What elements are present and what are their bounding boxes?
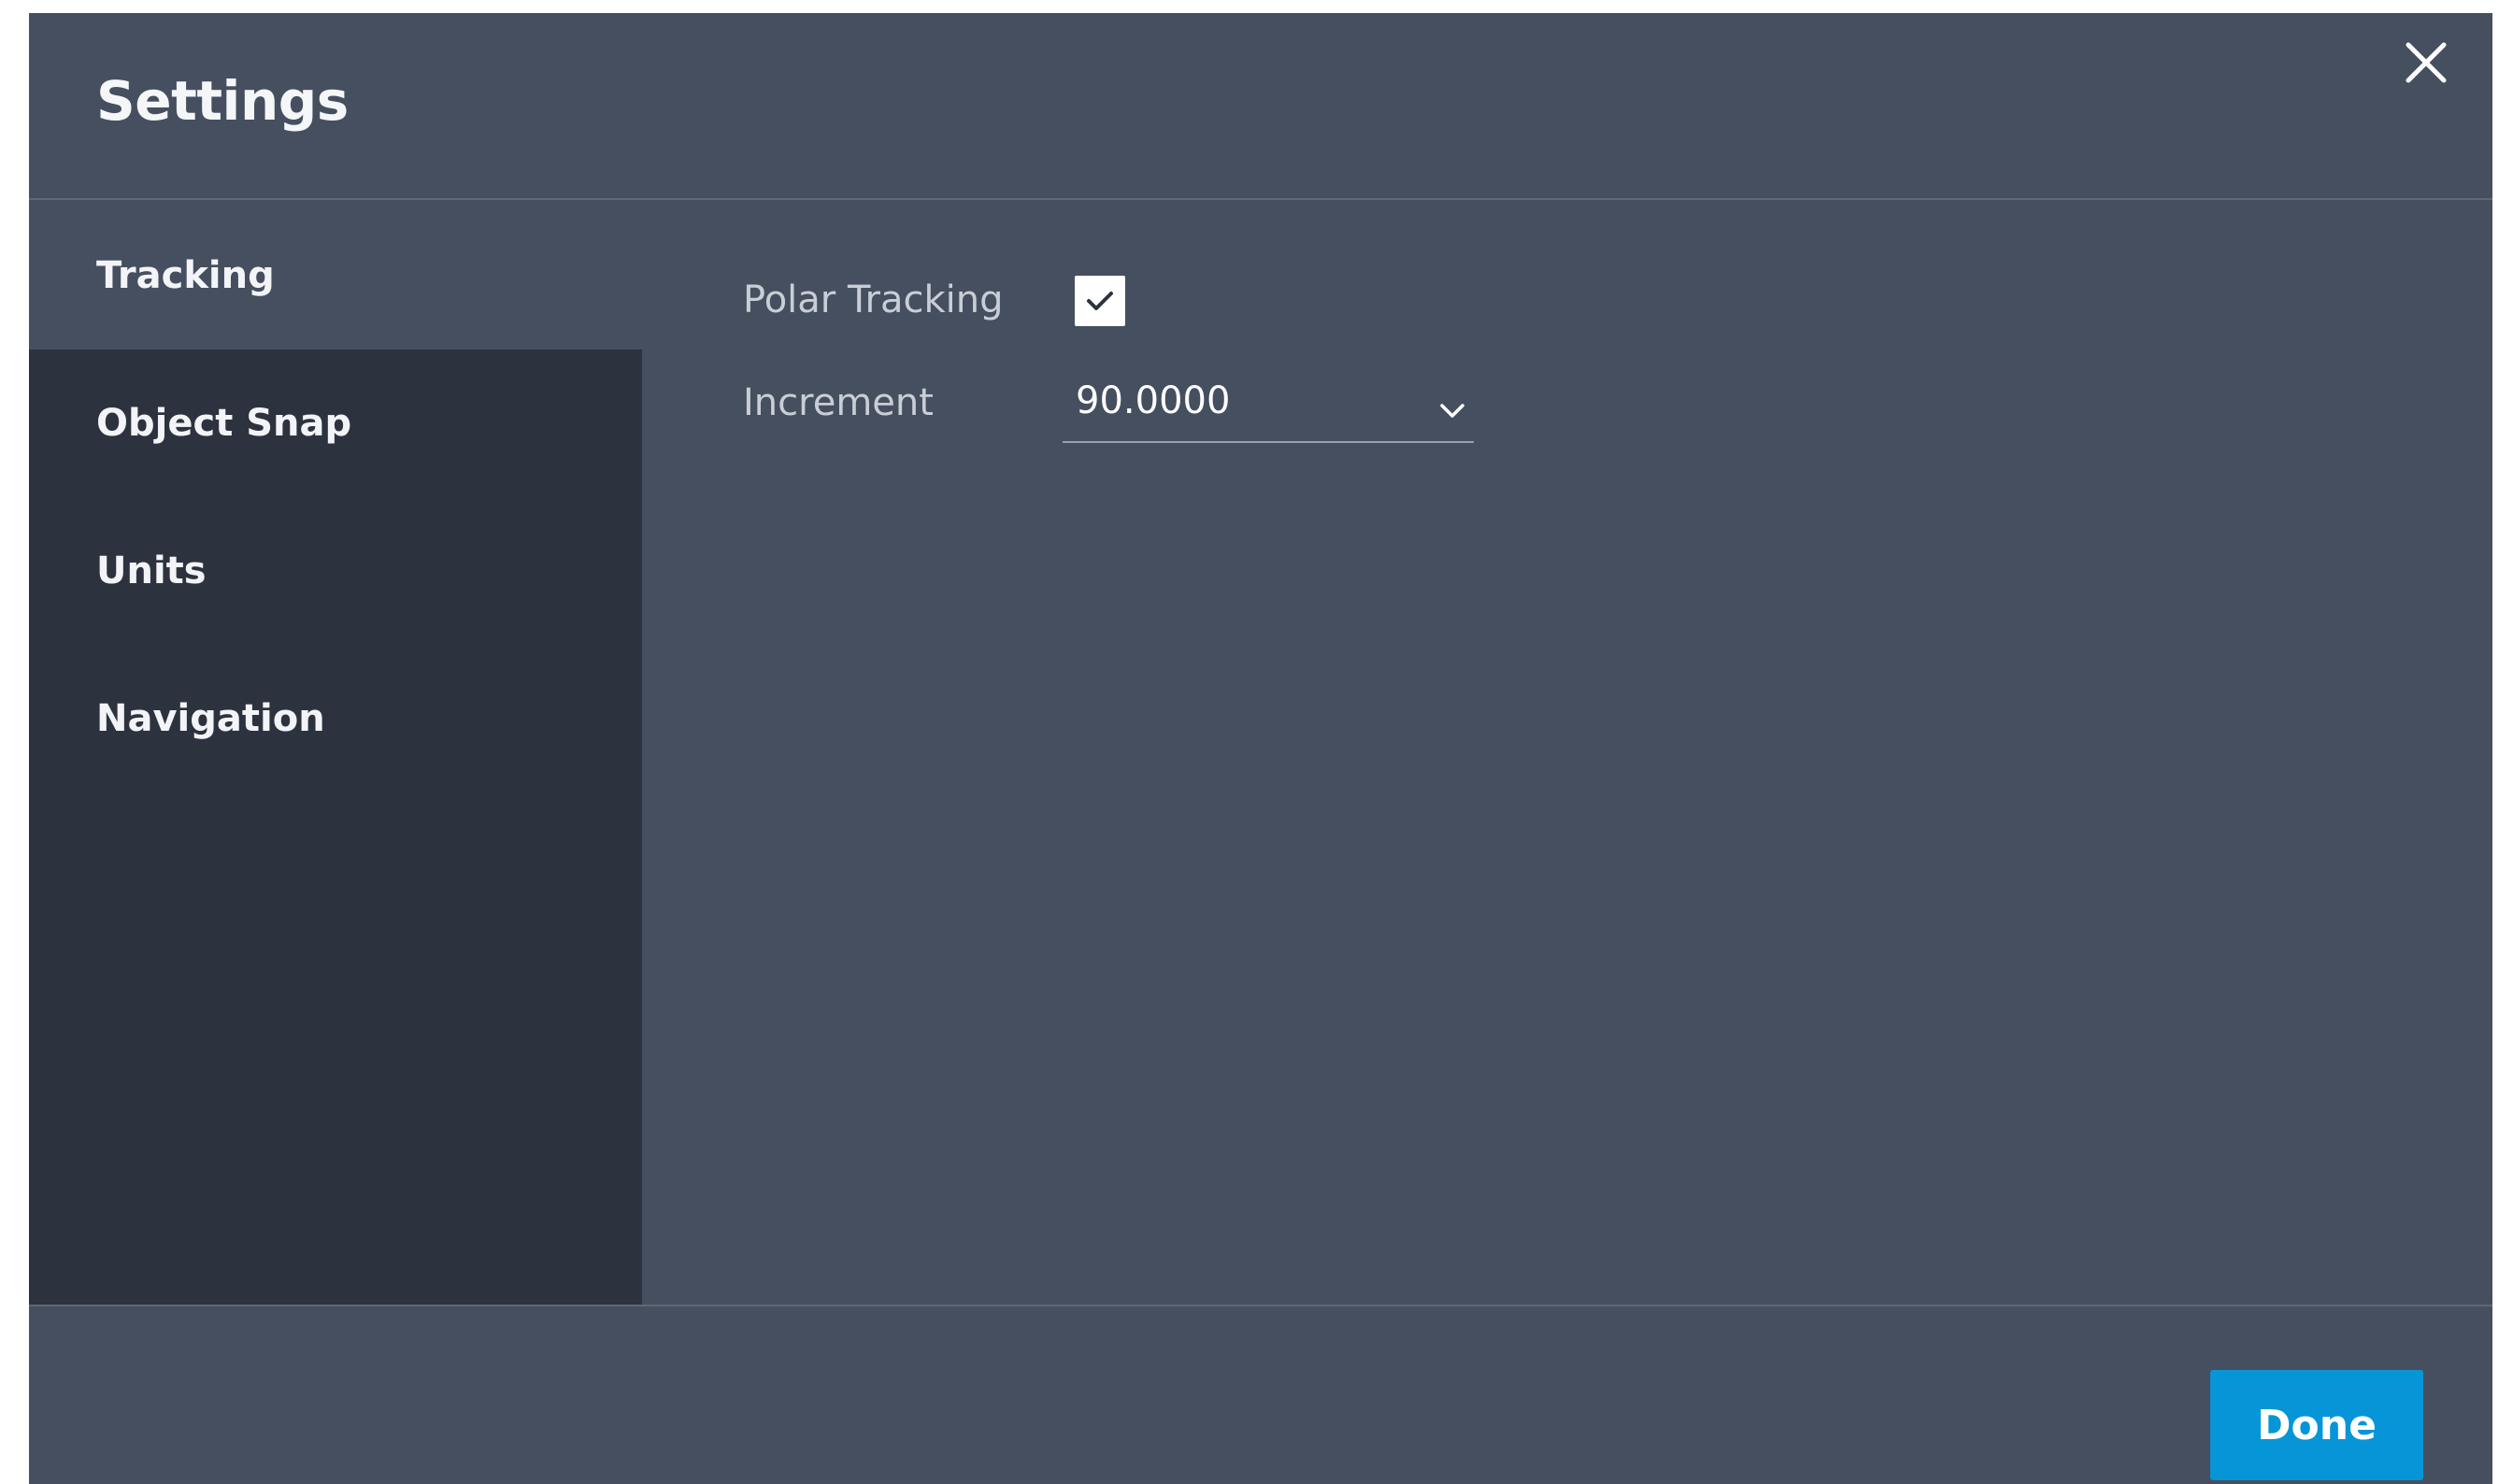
sidebar-item-label: Units	[96, 549, 207, 592]
chevron-down-icon	[1435, 396, 1470, 424]
polar-tracking-checkbox[interactable]	[1075, 276, 1125, 326]
done-button[interactable]: Done	[2210, 1370, 2423, 1480]
dialog-footer: Done	[29, 1305, 2492, 1484]
sidebar-item-units[interactable]: Units	[29, 497, 642, 645]
polar-tracking-label: Polar Tracking	[743, 278, 1004, 321]
sidebar-item-label: Tracking	[96, 254, 275, 297]
increment-value: 90.0000	[1076, 379, 1231, 422]
sidebar-item-object-snap[interactable]: Object Snap	[29, 350, 642, 497]
close-button[interactable]	[2393, 30, 2459, 95]
settings-sidebar: Tracking Object Snap Units Navigation	[29, 202, 642, 1305]
dialog-title: Settings	[96, 69, 349, 133]
sidebar-item-label: Object Snap	[96, 402, 352, 445]
settings-content-tracking: Polar Tracking Increment 90.0000	[642, 202, 2492, 1305]
close-icon	[2406, 42, 2447, 83]
increment-select[interactable]: 90.0000	[1063, 372, 1474, 443]
checkmark-icon	[1087, 292, 1113, 310]
settings-dialog: Settings Tracking Object Snap Units Navi…	[29, 13, 2492, 1484]
sidebar-item-navigation[interactable]: Navigation	[29, 645, 642, 792]
sidebar-item-tracking[interactable]: Tracking	[29, 202, 642, 350]
sidebar-item-label: Navigation	[96, 697, 325, 740]
dialog-header: Settings	[29, 13, 2492, 200]
increment-label: Increment	[743, 381, 934, 424]
